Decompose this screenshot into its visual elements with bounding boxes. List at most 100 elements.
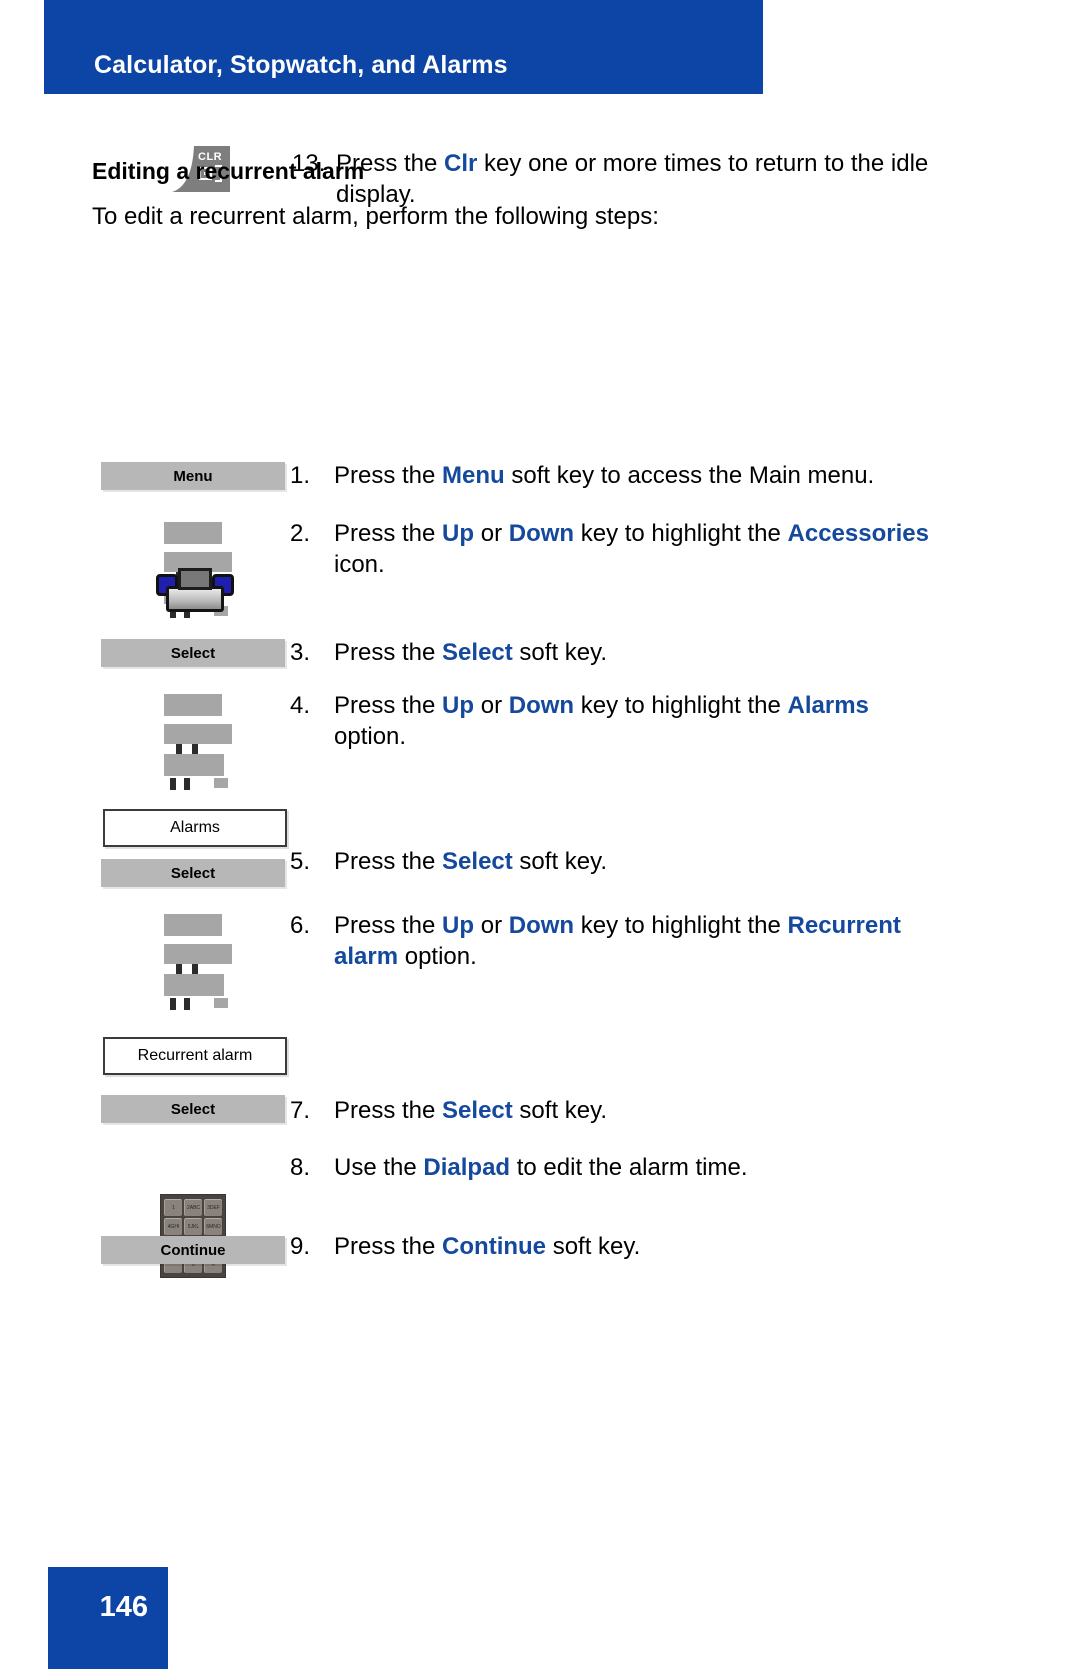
softkey-select-button[interactable]: Select	[101, 639, 285, 667]
step-number: 7.	[290, 1097, 311, 1124]
step-text: Press the Select soft key.	[334, 637, 607, 668]
text-segment: or	[474, 912, 509, 939]
text-segment: soft key.	[512, 1097, 608, 1124]
softkey-select-button[interactable]: Select	[101, 859, 285, 887]
text-segment: Press the	[334, 462, 443, 489]
keyword-segment: Dialpad	[423, 1154, 511, 1181]
step-3-row: Select 3. Press the Select soft key.	[0, 637, 1080, 668]
dialpad-key[interactable]: 1	[164, 1199, 182, 1216]
step-6-row: 6. Press the Up or Down key to highlight…	[0, 910, 1080, 1010]
step-text: Press the Up or Down key to highlight th…	[334, 910, 934, 972]
footer-page-block: 146	[48, 1567, 168, 1669]
navigation-key-icon	[162, 912, 232, 1012]
softkey-continue-button[interactable]: Continue	[101, 1236, 285, 1264]
keyword-segment: Select	[442, 1097, 513, 1124]
page-header-bar: Calculator, Stopwatch, and Alarms	[44, 0, 763, 94]
text-segment: icon.	[334, 551, 385, 578]
step-6-body: 6. Press the Up or Down key to highlight…	[290, 910, 1080, 972]
step-1-body: 1. Press the Menu soft key to access the…	[290, 460, 1080, 491]
dialpad-key[interactable]: 3DEF	[204, 1199, 222, 1216]
step-text: Press the Select soft key.	[334, 846, 607, 877]
navigation-key-icon	[162, 692, 232, 792]
keyword-segment: Down	[508, 692, 575, 719]
text-segment: option.	[334, 723, 407, 750]
keyword-segment: Continue	[442, 1233, 547, 1260]
section-intro-text: To edit a recurrent alarm, perform the f…	[92, 203, 659, 230]
text-segment: Press the	[334, 848, 443, 875]
text-segment: option.	[398, 943, 477, 970]
step-8-row: 1 2ABC 3DEF 4GHI 5JKL 6MNO 7PQRS 8TUV 9W…	[0, 1152, 1080, 1278]
headset-band-icon	[178, 568, 212, 590]
step-text: Press the Clr key one or more times to r…	[336, 148, 936, 210]
step-3-body: 3. Press the Select soft key.	[290, 637, 1080, 668]
keyword-segment: Up	[442, 520, 475, 547]
option-box-recurrent-alarm[interactable]: Recurrent alarm	[103, 1037, 287, 1075]
text-segment: Press the	[334, 692, 443, 719]
step-number: 9.	[290, 1233, 311, 1260]
step-5-body: 5. Press the Select soft key.	[290, 846, 1080, 877]
step-keyword: Clr	[444, 150, 478, 177]
step-4-body: 4. Press the Up or Down key to highlight…	[290, 690, 1080, 752]
step-text: Press the Menu soft key to access the Ma…	[334, 460, 874, 491]
softkey-menu-button[interactable]: Menu	[101, 462, 285, 490]
text-segment: or	[474, 692, 509, 719]
accessories-headset-icon	[152, 546, 238, 618]
keyword-segment: Menu	[442, 462, 505, 489]
step-text: Press the Select soft key.	[334, 1095, 607, 1126]
text-segment: key to highlight the	[574, 520, 788, 547]
option-box-recurrent-alarm-label: Recurrent alarm	[137, 1047, 253, 1064]
step-1-row: Menu 1. Press the Menu soft key to acces…	[0, 460, 1080, 491]
text-segment: or	[474, 520, 509, 547]
text-segment: key to highlight the	[574, 692, 788, 719]
keyword-segment: Select	[442, 848, 513, 875]
text-segment: Use the	[334, 1154, 424, 1181]
text-segment: to edit the alarm time.	[510, 1154, 748, 1181]
text-segment: Press the	[334, 520, 443, 547]
keyword-segment: Down	[508, 520, 575, 547]
keyword-segment: Accessories	[787, 520, 929, 547]
step-number: 6.	[290, 912, 311, 939]
step-text: Use the Dialpad to edit the alarm time.	[334, 1152, 748, 1183]
text-segment: Press the	[334, 1097, 443, 1124]
step-2-body: 2. Press the Up or Down key to highlight…	[290, 518, 1080, 580]
text-segment: Press the	[334, 1233, 443, 1260]
step-4-row: 4. Press the Up or Down key to highlight…	[0, 690, 1080, 790]
step-number: 8.	[290, 1154, 311, 1181]
softkey-continue-label: Continue	[160, 1241, 226, 1259]
step-text: Press the Up or Down key to highlight th…	[334, 690, 934, 752]
keyword-segment: Up	[442, 692, 475, 719]
step-13-body: 13. Press the Clr key one or more times …	[292, 148, 952, 210]
step-9-body: 9. Press the Continue soft key.	[290, 1231, 1080, 1262]
step-8-body: 8. Use the Dialpad to edit the alarm tim…	[290, 1152, 1080, 1183]
page-number: 146	[99, 1591, 148, 1623]
step-number: 1.	[290, 462, 311, 489]
softkey-menu-label: Menu	[173, 467, 213, 485]
text-segment: Press the	[334, 639, 443, 666]
keyword-segment: Alarms	[787, 692, 869, 719]
dialpad-key[interactable]: 2ABC	[184, 1199, 202, 1216]
text-segment: soft key to access the Main menu.	[504, 462, 875, 489]
step-number: 2.	[290, 520, 311, 547]
text-segment: key to highlight the	[574, 912, 788, 939]
keyword-segment: Up	[442, 912, 475, 939]
text-segment: soft key.	[512, 639, 608, 666]
step-number: 3.	[290, 639, 311, 666]
softkey-select-label: Select	[170, 1100, 216, 1118]
softkey-select-button[interactable]: Select	[101, 1095, 285, 1123]
option-box-alarms-label: Alarms	[170, 819, 220, 836]
step-number: 5.	[290, 848, 311, 875]
step-text: Press the Up or Down key to highlight th…	[334, 518, 934, 580]
option-box-alarms[interactable]: Alarms	[103, 809, 287, 847]
step-5-row: Select 5. Press the Select soft key.	[0, 846, 1080, 887]
text-segment: soft key.	[512, 848, 608, 875]
step-7-row: Select 7. Press the Select soft key.	[0, 1095, 1080, 1126]
text-segment: Press the	[334, 912, 443, 939]
softkey-select-label: Select	[170, 644, 216, 662]
keyword-segment: Down	[508, 912, 575, 939]
section-heading: Editing a recurrent alarm	[92, 158, 365, 184]
step-text: Press the Continue soft key.	[334, 1231, 640, 1262]
step-number: 4.	[290, 692, 311, 719]
page-title: Calculator, Stopwatch, and Alarms	[94, 51, 508, 79]
step-9-row: Continue 9. Press the Continue soft key.	[0, 1231, 1080, 1264]
text-segment: soft key.	[546, 1233, 641, 1260]
